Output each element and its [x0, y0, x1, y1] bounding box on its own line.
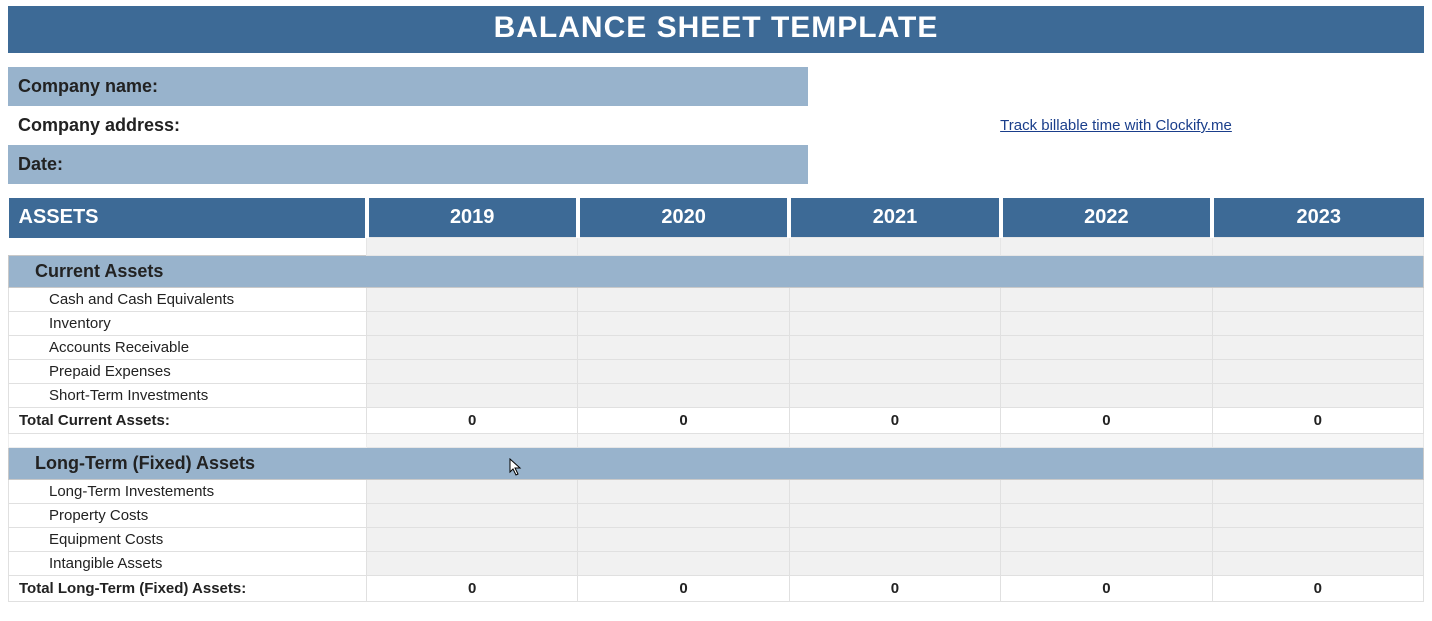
- cell[interactable]: [789, 336, 1000, 360]
- cell[interactable]: [578, 528, 789, 552]
- cell[interactable]: [1001, 504, 1212, 528]
- row-label: Prepaid Expenses: [9, 360, 367, 384]
- total-current-assets-row[interactable]: Total Current Assets: 0 0 0 0 0: [9, 408, 1424, 434]
- current-assets-header: Current Assets: [9, 256, 1424, 288]
- table-row[interactable]: Inventory: [9, 312, 1424, 336]
- current-assets-header-row[interactable]: Current Assets: [9, 256, 1424, 288]
- table-row[interactable]: Accounts Receivable: [9, 336, 1424, 360]
- row-label: Equipment Costs: [9, 528, 367, 552]
- assets-header: ASSETS: [9, 198, 367, 238]
- cell[interactable]: [1001, 384, 1212, 408]
- cell[interactable]: [1212, 552, 1423, 576]
- row-label: Accounts Receivable: [9, 336, 367, 360]
- cell[interactable]: [578, 336, 789, 360]
- total-value: 0: [578, 408, 789, 434]
- cell[interactable]: [578, 552, 789, 576]
- cell[interactable]: [789, 480, 1000, 504]
- cell[interactable]: [789, 288, 1000, 312]
- cell[interactable]: [789, 312, 1000, 336]
- row-label: Intangible Assets: [9, 552, 367, 576]
- year-header: 2021: [789, 198, 1000, 238]
- cell[interactable]: [1212, 480, 1423, 504]
- cell[interactable]: [367, 288, 578, 312]
- cell[interactable]: [1001, 336, 1212, 360]
- cell[interactable]: [1212, 528, 1423, 552]
- year-header: 2023: [1212, 198, 1423, 238]
- row-label: Short-Term Investments: [9, 384, 367, 408]
- cell[interactable]: [367, 504, 578, 528]
- cell[interactable]: [367, 312, 578, 336]
- cell[interactable]: [578, 504, 789, 528]
- cell[interactable]: [578, 360, 789, 384]
- table-row[interactable]: Short-Term Investments: [9, 384, 1424, 408]
- company-name-label[interactable]: Company name:: [8, 67, 808, 106]
- total-label: Total Long-Term (Fixed) Assets:: [9, 576, 367, 602]
- clockify-link[interactable]: Track billable time with Clockify.me: [1000, 117, 1232, 134]
- cell[interactable]: [789, 360, 1000, 384]
- balance-sheet-table[interactable]: ASSETS 2019 2020 2021 2022 2023 Current …: [8, 198, 1424, 602]
- cell[interactable]: [367, 528, 578, 552]
- cell[interactable]: [1212, 312, 1423, 336]
- total-fixed-assets-row[interactable]: Total Long-Term (Fixed) Assets: 0 0 0 0 …: [9, 576, 1424, 602]
- cell[interactable]: [789, 528, 1000, 552]
- total-value: 0: [789, 408, 1000, 434]
- cell[interactable]: [789, 552, 1000, 576]
- row-label: Cash and Cash Equivalents: [9, 288, 367, 312]
- table-row[interactable]: Cash and Cash Equivalents: [9, 288, 1424, 312]
- cell[interactable]: [578, 480, 789, 504]
- year-header: 2020: [578, 198, 789, 238]
- cell[interactable]: [367, 552, 578, 576]
- cell[interactable]: [1212, 336, 1423, 360]
- row-label: Inventory: [9, 312, 367, 336]
- year-header: 2019: [367, 198, 578, 238]
- table-row[interactable]: Property Costs: [9, 504, 1424, 528]
- page-title: BALANCE SHEET TEMPLATE: [8, 6, 1424, 53]
- total-value: 0: [1212, 576, 1423, 602]
- cell[interactable]: [789, 384, 1000, 408]
- total-value: 0: [1001, 576, 1212, 602]
- cell[interactable]: [1001, 480, 1212, 504]
- cell[interactable]: [1212, 504, 1423, 528]
- cell[interactable]: [367, 384, 578, 408]
- cell[interactable]: [367, 336, 578, 360]
- table-row[interactable]: [9, 434, 1424, 448]
- table-header-row: ASSETS 2019 2020 2021 2022 2023: [9, 198, 1424, 238]
- cell[interactable]: [1001, 312, 1212, 336]
- row-label: Long-Term Investements: [9, 480, 367, 504]
- fixed-assets-header: Long-Term (Fixed) Assets: [9, 448, 1424, 480]
- fixed-assets-header-row[interactable]: Long-Term (Fixed) Assets: [9, 448, 1424, 480]
- company-address-label[interactable]: Company address:: [8, 106, 808, 145]
- cell[interactable]: [1212, 384, 1423, 408]
- date-label[interactable]: Date:: [8, 145, 808, 184]
- total-value: 0: [1001, 408, 1212, 434]
- total-label: Total Current Assets:: [9, 408, 367, 434]
- table-row[interactable]: Intangible Assets: [9, 552, 1424, 576]
- cell[interactable]: [578, 288, 789, 312]
- cell[interactable]: [1212, 288, 1423, 312]
- row-label: Property Costs: [9, 504, 367, 528]
- cell[interactable]: [1001, 528, 1212, 552]
- cell[interactable]: [789, 504, 1000, 528]
- cell[interactable]: [1001, 288, 1212, 312]
- cell[interactable]: [578, 384, 789, 408]
- cell[interactable]: [1001, 360, 1212, 384]
- table-row[interactable]: Prepaid Expenses: [9, 360, 1424, 384]
- total-value: 0: [789, 576, 1000, 602]
- total-value: 0: [1212, 408, 1423, 434]
- cell[interactable]: [367, 480, 578, 504]
- table-row[interactable]: [9, 238, 1424, 256]
- cell[interactable]: [1212, 360, 1423, 384]
- total-value: 0: [367, 576, 578, 602]
- total-value: 0: [578, 576, 789, 602]
- cell[interactable]: [367, 360, 578, 384]
- total-value: 0: [367, 408, 578, 434]
- year-header: 2022: [1001, 198, 1212, 238]
- cell[interactable]: [1001, 552, 1212, 576]
- cell[interactable]: [578, 312, 789, 336]
- table-row[interactable]: Equipment Costs: [9, 528, 1424, 552]
- table-row[interactable]: Long-Term Investements: [9, 480, 1424, 504]
